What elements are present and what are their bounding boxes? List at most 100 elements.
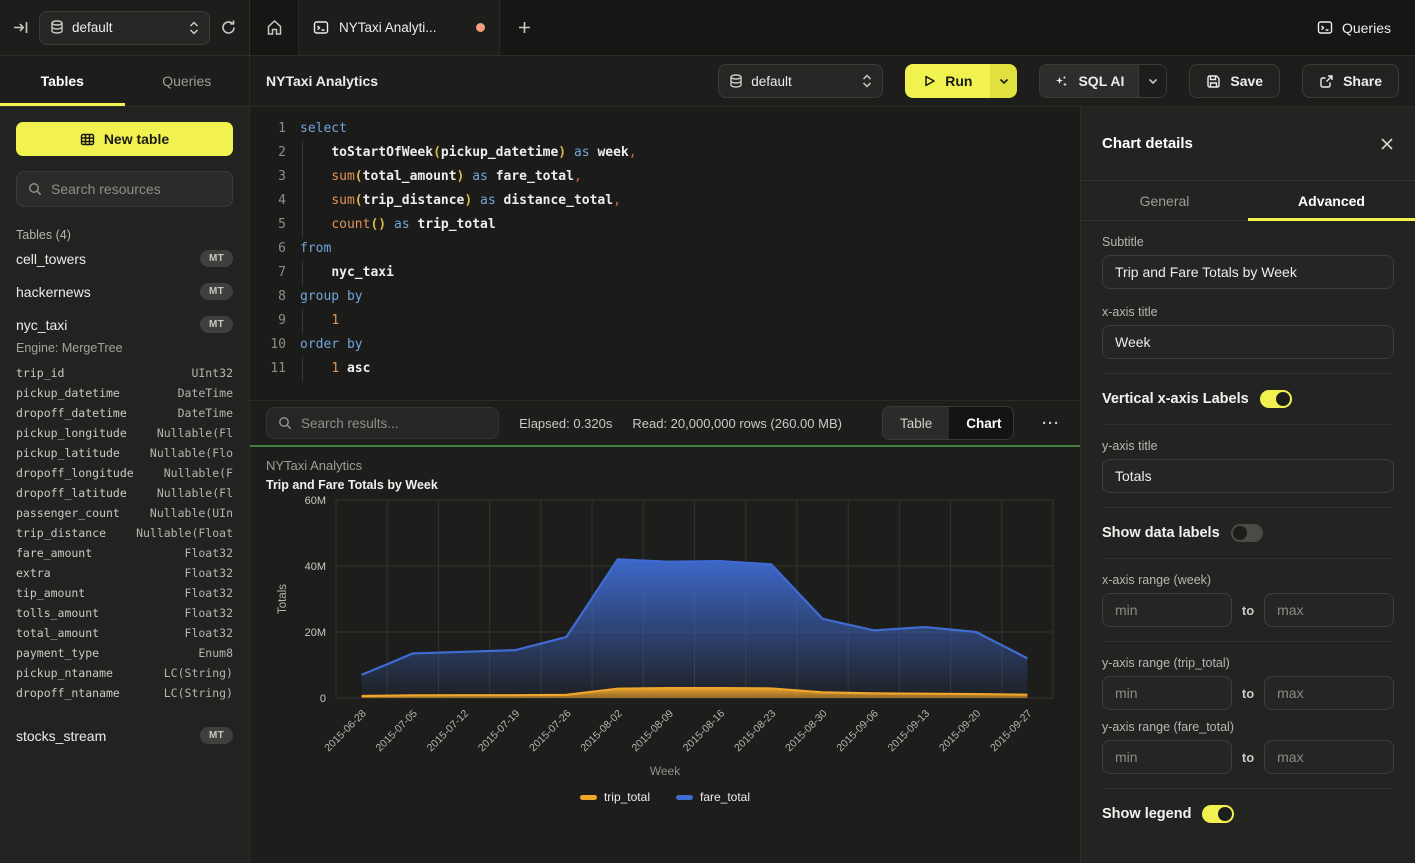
editor-line: 4 sum(trip_distance) as distance_total, xyxy=(250,189,1080,213)
new-tab-button[interactable] xyxy=(500,0,548,55)
sql-ai-button-label: SQL AI xyxy=(1078,73,1124,89)
column-row: dropoff_datetimeDateTime xyxy=(16,403,233,423)
terminal-icon xyxy=(313,20,329,35)
column-type: Float32 xyxy=(185,563,233,583)
chevron-up-down-icon xyxy=(862,74,872,88)
y-axis-title-field-label: y-axis title xyxy=(1102,439,1394,453)
y-range-trip-min-input[interactable] xyxy=(1102,676,1232,710)
vertical-labels-toggle[interactable] xyxy=(1260,390,1292,408)
x-tick-label: 2015-09-27 xyxy=(988,708,1035,755)
y-axis-title-input[interactable] xyxy=(1102,459,1394,493)
table-name: stocks_stream xyxy=(16,728,106,744)
line-number: 10 xyxy=(250,333,286,357)
column-name: total_amount xyxy=(16,623,99,643)
share-button[interactable]: Share xyxy=(1302,64,1399,98)
table-row-nyc_taxi[interactable]: nyc_taxiMT xyxy=(16,308,233,341)
editor-line: 1select xyxy=(250,117,1080,141)
subtitle-input[interactable] xyxy=(1102,255,1394,289)
panel-tab-advanced[interactable]: Advanced xyxy=(1248,181,1415,220)
sql-ai-button[interactable]: SQL AI xyxy=(1039,64,1167,98)
x-tick-label: 2015-09-13 xyxy=(886,708,933,755)
sidebar-tab-tables[interactable]: Tables xyxy=(0,56,125,106)
run-database-selector[interactable]: default xyxy=(718,64,883,98)
column-name: extra xyxy=(16,563,51,583)
editor-line: 7 nyc_taxi xyxy=(250,261,1080,285)
area-chart[interactable]: 020M40M60MTotals2015-06-282015-07-052015… xyxy=(250,492,1080,764)
column-row: passenger_countNullable(UIn xyxy=(16,503,233,523)
view-toggle-table[interactable]: Table xyxy=(883,407,949,439)
column-row: tolls_amountFloat32 xyxy=(16,603,233,623)
line-number: 11 xyxy=(250,357,286,381)
plus-icon xyxy=(517,20,532,35)
view-toggle-chart[interactable]: Chart xyxy=(949,407,1014,439)
table-row-hackernews[interactable]: hackernewsMT xyxy=(16,275,233,308)
y-range-fare-max-input[interactable] xyxy=(1264,740,1394,774)
y-range-fare-min-input[interactable] xyxy=(1102,740,1232,774)
table-grid-icon xyxy=(80,132,95,147)
run-button[interactable]: Run xyxy=(905,64,1017,98)
sidebar-search[interactable] xyxy=(16,171,233,207)
sidebar-tab-queries[interactable]: Queries xyxy=(125,56,250,106)
y-tick-label: 20M xyxy=(305,627,326,639)
code-line: 1 xyxy=(286,309,1080,333)
database-selector[interactable]: default xyxy=(39,11,210,45)
divider xyxy=(1102,373,1394,374)
legend-item-fare_total[interactable]: fare_total xyxy=(676,790,750,804)
panel-tab-general[interactable]: General xyxy=(1081,181,1248,220)
save-button[interactable]: Save xyxy=(1189,64,1280,98)
x-range-max-input[interactable] xyxy=(1264,593,1394,627)
read-stat: Read: 20,000,000 rows (260.00 MB) xyxy=(632,416,842,431)
x-tick-label: 2015-09-20 xyxy=(937,708,984,755)
editor-line: 9 1 xyxy=(250,309,1080,333)
data-labels-toggle[interactable] xyxy=(1231,524,1263,542)
query-tab[interactable]: NYTaxi Analyti... xyxy=(298,0,500,55)
close-icon[interactable] xyxy=(1380,137,1394,151)
x-range-min-input[interactable] xyxy=(1102,593,1232,627)
results-search-input[interactable] xyxy=(301,416,487,431)
sql-editor[interactable]: 1select2 toStartOfWeek(pickup_datetime) … xyxy=(250,107,1080,400)
engine-label: Engine: MergeTree xyxy=(16,341,233,355)
engine-badge: MT xyxy=(200,250,233,267)
y-range-trip-max-input[interactable] xyxy=(1264,676,1394,710)
column-row: dropoff_longitudeNullable(F xyxy=(16,463,233,483)
more-options-button[interactable]: ··· xyxy=(1034,415,1068,432)
column-name: dropoff_longitude xyxy=(16,463,134,483)
legend-item-trip_total[interactable]: trip_total xyxy=(580,790,650,804)
x-range-field-label: x-axis range (week) xyxy=(1102,573,1394,587)
table-row-stocks_stream[interactable]: stocks_streamMT xyxy=(16,719,233,752)
table-row-cell_towers[interactable]: cell_towersMT xyxy=(16,242,233,275)
sidebar-tabs: Tables Queries xyxy=(0,56,250,107)
queries-button[interactable]: Queries xyxy=(1293,0,1415,55)
code-line: order by xyxy=(286,333,1080,357)
new-table-button[interactable]: New table xyxy=(16,122,233,156)
sql-ai-button-main[interactable]: SQL AI xyxy=(1040,65,1138,97)
column-row: dropoff_ntanameLC(String) xyxy=(16,683,233,703)
line-number: 6 xyxy=(250,237,286,261)
column-name: trip_distance xyxy=(16,523,106,543)
results-search[interactable] xyxy=(266,407,499,439)
toggle-knob xyxy=(1233,526,1247,540)
x-axis-title-field-label: x-axis title xyxy=(1102,305,1394,319)
run-options-caret[interactable] xyxy=(990,64,1017,98)
sidebar-search-input[interactable] xyxy=(51,181,221,197)
view-toggle: Table Chart xyxy=(882,406,1014,440)
column-type: Nullable(Fl xyxy=(157,423,233,443)
line-number: 3 xyxy=(250,165,286,189)
column-name: fare_amount xyxy=(16,543,92,563)
column-type: Nullable(Fl xyxy=(157,483,233,503)
sql-ai-caret[interactable] xyxy=(1138,65,1166,97)
data-labels-row: Show data labels xyxy=(1102,522,1394,544)
home-button[interactable] xyxy=(250,0,298,55)
collapse-sidebar-icon[interactable] xyxy=(12,19,29,36)
run-button-main[interactable]: Run xyxy=(905,64,990,98)
column-name: tolls_amount xyxy=(16,603,99,623)
divider xyxy=(1102,507,1394,508)
show-legend-toggle[interactable] xyxy=(1202,805,1234,823)
code-line: toStartOfWeek(pickup_datetime) as week, xyxy=(286,141,1080,165)
code-line: 1 asc xyxy=(286,357,1080,381)
x-tick-label: 2015-07-12 xyxy=(425,708,472,755)
line-number: 5 xyxy=(250,213,286,237)
column-row: pickup_ntanameLC(String) xyxy=(16,663,233,683)
refresh-icon[interactable] xyxy=(220,19,237,36)
x-axis-title-input[interactable] xyxy=(1102,325,1394,359)
